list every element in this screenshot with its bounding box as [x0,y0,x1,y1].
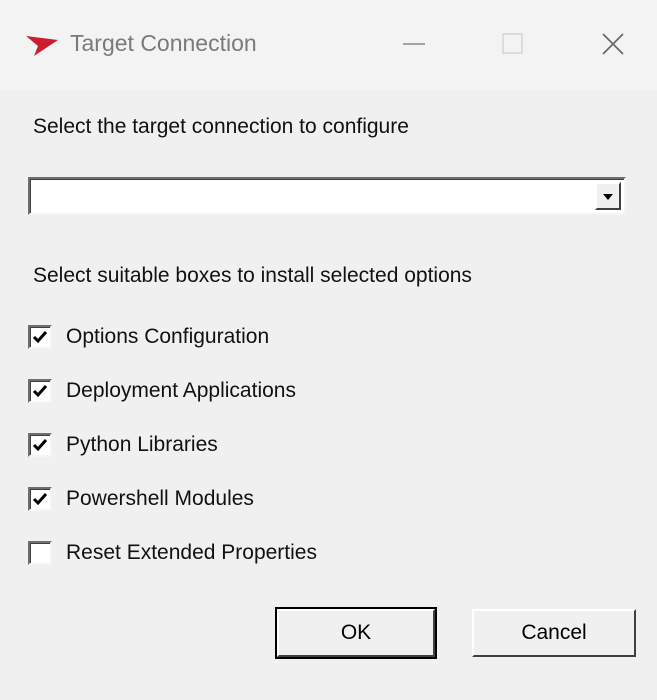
minimize-icon[interactable] [392,22,438,68]
title-bar[interactable]: Target Connection [0,0,657,90]
checkmark-icon [32,331,48,344]
ok-button[interactable]: OK [275,607,437,659]
app-logo-icon [24,30,62,58]
option-label: Reset Extended Properties [66,541,317,564]
checkbox[interactable] [28,541,52,565]
chevron-down-icon [603,194,613,200]
target-connection-select[interactable] [28,177,626,215]
checkbox[interactable] [28,433,52,457]
dropdown-button[interactable] [595,182,621,210]
maximize-icon[interactable] [490,22,536,68]
checkbox[interactable] [28,325,52,349]
window-title: Target Connection [70,30,257,56]
options-prompt: Select suitable boxes to install selecte… [33,264,472,287]
close-icon[interactable] [590,22,636,68]
option-label: Python Libraries [66,433,218,456]
option-label: Deployment Applications [66,379,296,402]
cancel-button[interactable]: Cancel [472,609,636,657]
connection-prompt: Select the target connection to configur… [33,115,409,138]
option-label: Powershell Modules [66,487,254,510]
target-connection-dialog: Target Connection Select the target conn… [0,0,657,700]
checkbox[interactable] [28,379,52,403]
option-label: Options Configuration [66,325,270,348]
checkmark-icon [32,493,48,506]
checkmark-icon [32,385,48,398]
checkbox[interactable] [28,487,52,511]
checkmark-icon [32,439,48,452]
